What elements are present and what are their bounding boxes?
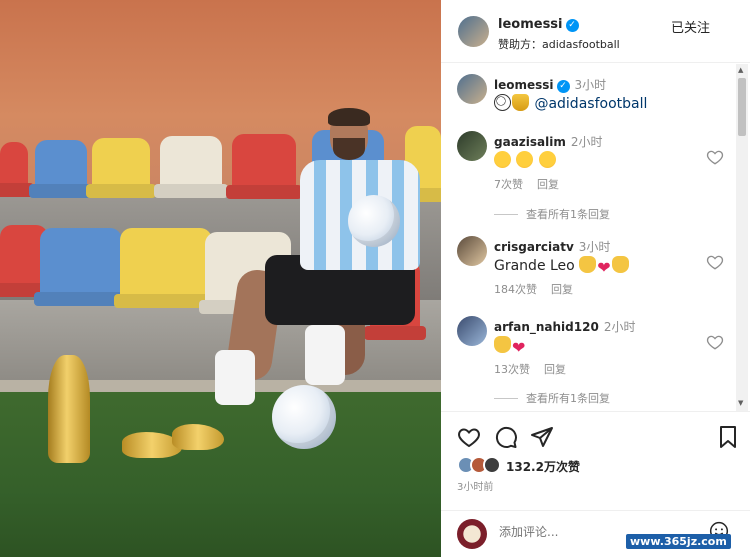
- post-image[interactable]: [0, 0, 441, 557]
- post-like-count[interactable]: 132.2万次赞: [506, 458, 580, 475]
- stadium-seat: [232, 134, 296, 189]
- scroll-up-arrow-icon[interactable]: ▲: [738, 66, 743, 74]
- comment-bubble-icon[interactable]: [494, 425, 518, 449]
- commenter-avatar[interactable]: [457, 236, 487, 266]
- comment-like-count[interactable]: 7次赞: [494, 178, 523, 191]
- post-side-panel: leomessi ✓ 赞助方：adidasfootball 已关注 ▲ ▼ leo…: [441, 0, 750, 557]
- player-sock: [215, 350, 255, 405]
- share-paper-plane-icon[interactable]: [530, 425, 554, 449]
- comment-meta: 7次赞 回复: [494, 176, 573, 192]
- reply-button[interactable]: 回复: [537, 178, 559, 191]
- stadium-seat: [92, 138, 150, 188]
- like-heart-icon[interactable]: [457, 425, 481, 449]
- stadium-seat: [160, 136, 222, 188]
- reply-button[interactable]: 回复: [544, 363, 566, 376]
- post-timestamp[interactable]: 3小时前: [457, 478, 493, 493]
- author-name-text[interactable]: leomessi: [498, 17, 563, 32]
- player-hair: [328, 108, 370, 126]
- commenter-username[interactable]: gaazisalim: [494, 135, 566, 149]
- stadium-seat: [40, 228, 122, 296]
- comment-text: ❤: [494, 336, 526, 356]
- caption-time: 3小时: [574, 78, 607, 92]
- save-bookmark-icon[interactable]: [716, 425, 740, 449]
- player-sock: [305, 325, 345, 385]
- caption-mention[interactable]: @adidasfootball: [534, 96, 647, 112]
- comment-text: [494, 151, 557, 169]
- comment-meta: 13次赞 回复: [494, 361, 580, 377]
- verified-icon: ✓: [556, 80, 570, 93]
- comment-header: gaazisalim 2小时: [494, 133, 603, 150]
- verified-icon: ✓: [565, 19, 579, 32]
- comment-like-heart-icon[interactable]: [706, 333, 724, 351]
- comment-header: crisgarciatv 3小时: [494, 238, 610, 255]
- following-button[interactable]: 已关注: [671, 17, 710, 36]
- caption-username[interactable]: leomessi: [494, 78, 554, 92]
- commenter-username[interactable]: arfan_nahid120: [494, 320, 599, 334]
- comment-time: 3小时: [578, 240, 611, 254]
- site-watermark: www.365jz.com: [626, 534, 731, 549]
- stadium-seat: [35, 140, 87, 188]
- comment-time: 2小时: [570, 135, 603, 149]
- player-beard: [333, 138, 365, 160]
- folded-hands-emoji-icon: [494, 336, 511, 353]
- post-caption: leomessi ✓ 3小时 @adidasfootball: [441, 74, 736, 114]
- commenter-avatar[interactable]: [457, 131, 487, 161]
- clapping-hands-emoji-icon: [611, 256, 629, 273]
- author-avatar[interactable]: [458, 16, 489, 47]
- scroll-down-arrow-icon[interactable]: ▼: [738, 399, 743, 407]
- liker-avatar: [483, 456, 501, 474]
- comment-meta: 184次赞 回复: [494, 281, 587, 297]
- comment-like-heart-icon[interactable]: [706, 253, 724, 271]
- soccer-ball-emoji-icon: [494, 94, 511, 111]
- author-username[interactable]: leomessi ✓: [498, 17, 579, 32]
- comment-time: 2小时: [603, 320, 636, 334]
- caption-avatar[interactable]: [457, 74, 487, 104]
- post-header: leomessi ✓ 赞助方：adidasfootball 已关注: [441, 0, 750, 63]
- commenter-username[interactable]: crisgarciatv: [494, 240, 574, 254]
- comment-header: arfan_nahid120 2小时: [494, 318, 635, 335]
- comment-body: Grande Leo: [494, 258, 575, 274]
- scrollbar-thumb[interactable]: [738, 78, 746, 136]
- world-cup-trophy: [48, 355, 90, 463]
- stadium-seat: [120, 228, 212, 298]
- comment-like-heart-icon[interactable]: [706, 148, 724, 166]
- caption-text: @adidasfootball: [494, 94, 647, 112]
- comment-like-count[interactable]: 184次赞: [494, 283, 537, 296]
- heart-eyes-emoji-icon: [516, 151, 534, 168]
- football: [272, 385, 336, 449]
- caption-header: leomessi ✓ 3小时: [494, 76, 606, 93]
- view-replies-link[interactable]: 查看所有1条回复: [494, 206, 610, 222]
- stadium-seat: [0, 142, 28, 187]
- comment-item: crisgarciatv 3小时 Grande Leo ❤ 184次赞 回复: [441, 236, 736, 296]
- heart-eyes-emoji-icon: [494, 151, 511, 168]
- raised-hands-emoji-icon: [579, 256, 597, 273]
- commenter-avatar[interactable]: [457, 316, 487, 346]
- comment-like-count[interactable]: 13次赞: [494, 363, 530, 376]
- comment-text: Grande Leo ❤: [494, 256, 630, 276]
- sponsor-label[interactable]: 赞助方：adidasfootball: [498, 36, 620, 52]
- red-heart-emoji-icon: ❤: [512, 338, 526, 357]
- viewer-avatar: [457, 519, 487, 549]
- heart-eyes-emoji-icon: [538, 151, 556, 168]
- comment-item: arfan_nahid120 2小时 ❤ 13次赞 回复 查看所有1条回复: [441, 316, 736, 406]
- red-heart-emoji-icon: ❤: [597, 258, 611, 277]
- football: [348, 195, 400, 247]
- comment-item: gaazisalim 2小时 7次赞 回复 查看所有1条回复: [441, 131, 736, 221]
- reply-button[interactable]: 回复: [551, 283, 573, 296]
- trophy-emoji-icon: [512, 94, 529, 111]
- view-replies-link[interactable]: 查看所有1条回复: [494, 390, 610, 406]
